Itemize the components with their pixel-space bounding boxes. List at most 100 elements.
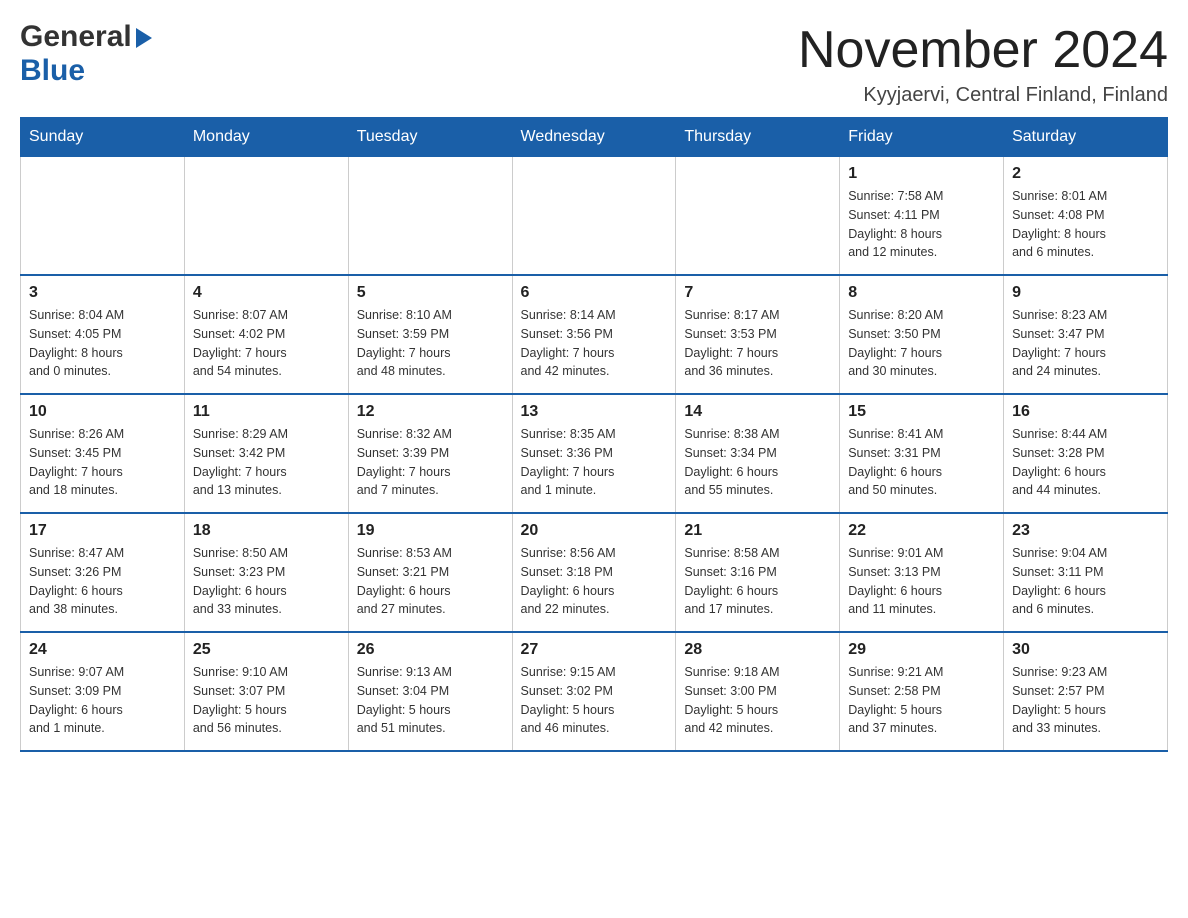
calendar-cell: 26 Sunrise: 9:13 AM Sunset: 3:04 PM Dayli… [348,632,512,751]
day-number: 11 [193,403,340,421]
calendar-cell: 15 Sunrise: 8:41 AM Sunset: 3:31 PM Dayli… [840,394,1004,513]
day-info: Sunrise: 9:04 AM Sunset: 3:11 PM Dayligh… [1012,544,1159,619]
calendar-cell: 27 Sunrise: 9:15 AM Sunset: 3:02 PM Dayli… [512,632,676,751]
calendar-cell: 5Sunrise: 8:10 AM Sunset: 3:59 PM Daylig… [348,275,512,394]
calendar-cell [676,157,840,276]
day-number: 4 [193,284,340,302]
day-info: Sunrise: 8:01 AM Sunset: 4:08 PM Dayligh… [1012,187,1159,262]
calendar-cell: 24Sunrise: 9:07 AM Sunset: 3:09 PM Dayli… [21,632,185,751]
calendar-cell: 20Sunrise: 8:56 AM Sunset: 3:18 PM Dayli… [512,513,676,632]
calendar-cell: 23Sunrise: 9:04 AM Sunset: 3:11 PM Dayli… [1004,513,1168,632]
day-info: Sunrise: 8:20 AM Sunset: 3:50 PM Dayligh… [848,306,995,381]
day-number: 5 [357,284,504,302]
day-info: Sunrise: 7:58 AM Sunset: 4:11 PM Dayligh… [848,187,995,262]
day-number: 14 [684,403,831,421]
day-number: 13 [521,403,668,421]
page-header: General Blue November 2024 Kyyjaervi, Ce… [20,20,1168,107]
calendar-cell: 17Sunrise: 8:47 AM Sunset: 3:26 PM Dayli… [21,513,185,632]
day-number: 7 [684,284,831,302]
day-info: Sunrise: 8:07 AM Sunset: 4:02 PM Dayligh… [193,306,340,381]
week-row-3: 10 Sunrise: 8:26 AM Sunset: 3:45 PM Dayli… [21,394,1168,513]
day-info: Sunrise: 8:23 AM Sunset: 3:47 PM Dayligh… [1012,306,1159,381]
calendar-header: SundayMondayTuesdayWednesdayThursdayFrid… [21,118,1168,157]
day-info: Sunrise: 8:47 AM Sunset: 3:26 PM Dayligh… [29,544,176,619]
calendar-cell: 11 Sunrise: 8:29 AM Sunset: 3:42 PM Dayli… [184,394,348,513]
day-info: Sunrise: 8:29 AM Sunset: 3:42 PM Dayligh… [193,425,340,500]
weekday-header-wednesday: Wednesday [512,118,676,157]
calendar-cell [21,157,185,276]
day-info: Sunrise: 9:13 AM Sunset: 3:04 PM Dayligh… [357,663,504,738]
day-number: 10 [29,403,176,421]
day-info: Sunrise: 8:56 AM Sunset: 3:18 PM Dayligh… [521,544,668,619]
day-number: 30 [1012,641,1159,659]
day-info: Sunrise: 8:41 AM Sunset: 3:31 PM Dayligh… [848,425,995,500]
weekday-header-saturday: Saturday [1004,118,1168,157]
week-row-1: 1 Sunrise: 7:58 AM Sunset: 4:11 PM Daylig… [21,157,1168,276]
calendar-cell: 2 Sunrise: 8:01 AM Sunset: 4:08 PM Daylig… [1004,157,1168,276]
day-info: Sunrise: 8:53 AM Sunset: 3:21 PM Dayligh… [357,544,504,619]
day-number: 15 [848,403,995,421]
day-info: Sunrise: 8:17 AM Sunset: 3:53 PM Dayligh… [684,306,831,381]
calendar-cell: 8 Sunrise: 8:20 AM Sunset: 3:50 PM Daylig… [840,275,1004,394]
calendar-table: SundayMondayTuesdayWednesdayThursdayFrid… [20,117,1168,752]
calendar-cell [184,157,348,276]
day-info: Sunrise: 9:23 AM Sunset: 2:57 PM Dayligh… [1012,663,1159,738]
day-info: Sunrise: 8:38 AM Sunset: 3:34 PM Dayligh… [684,425,831,500]
day-info: Sunrise: 8:14 AM Sunset: 3:56 PM Dayligh… [521,306,668,381]
calendar-cell: 18Sunrise: 8:50 AM Sunset: 3:23 PM Dayli… [184,513,348,632]
month-title: November 2024 [798,20,1168,80]
day-number: 3 [29,284,176,302]
calendar-cell: 29Sunrise: 9:21 AM Sunset: 2:58 PM Dayli… [840,632,1004,751]
day-info: Sunrise: 8:44 AM Sunset: 3:28 PM Dayligh… [1012,425,1159,500]
day-number: 2 [1012,165,1159,183]
day-info: Sunrise: 9:10 AM Sunset: 3:07 PM Dayligh… [193,663,340,738]
calendar-cell: 12 Sunrise: 8:32 AM Sunset: 3:39 PM Dayli… [348,394,512,513]
calendar-cell: 14 Sunrise: 8:38 AM Sunset: 3:34 PM Dayli… [676,394,840,513]
day-info: Sunrise: 8:32 AM Sunset: 3:39 PM Dayligh… [357,425,504,500]
calendar-cell [512,157,676,276]
day-number: 8 [848,284,995,302]
week-row-4: 17Sunrise: 8:47 AM Sunset: 3:26 PM Dayli… [21,513,1168,632]
calendar-cell: 7 Sunrise: 8:17 AM Sunset: 3:53 PM Daylig… [676,275,840,394]
weekday-header-monday: Monday [184,118,348,157]
week-row-2: 3 Sunrise: 8:04 AM Sunset: 4:05 PM Daylig… [21,275,1168,394]
calendar-cell: 9 Sunrise: 8:23 AM Sunset: 3:47 PM Daylig… [1004,275,1168,394]
day-number: 6 [521,284,668,302]
weekday-header-sunday: Sunday [21,118,185,157]
day-number: 27 [521,641,668,659]
day-number: 21 [684,522,831,540]
day-info: Sunrise: 8:04 AM Sunset: 4:05 PM Dayligh… [29,306,176,381]
day-number: 12 [357,403,504,421]
day-info: Sunrise: 8:58 AM Sunset: 3:16 PM Dayligh… [684,544,831,619]
logo-general-text: General [20,20,132,54]
calendar-cell: 1 Sunrise: 7:58 AM Sunset: 4:11 PM Daylig… [840,157,1004,276]
calendar-cell: 6 Sunrise: 8:14 AM Sunset: 3:56 PM Daylig… [512,275,676,394]
day-number: 19 [357,522,504,540]
day-number: 1 [848,165,995,183]
day-info: Sunrise: 9:21 AM Sunset: 2:58 PM Dayligh… [848,663,995,738]
calendar-cell [348,157,512,276]
day-info: Sunrise: 8:50 AM Sunset: 3:23 PM Dayligh… [193,544,340,619]
calendar-cell: 10 Sunrise: 8:26 AM Sunset: 3:45 PM Dayli… [21,394,185,513]
weekday-header-thursday: Thursday [676,118,840,157]
day-number: 26 [357,641,504,659]
logo: General Blue [20,20,152,88]
logo-blue-text: Blue [20,54,85,87]
weekday-header-tuesday: Tuesday [348,118,512,157]
day-number: 25 [193,641,340,659]
day-info: Sunrise: 9:07 AM Sunset: 3:09 PM Dayligh… [29,663,176,738]
location: Kyyjaervi, Central Finland, Finland [798,84,1168,107]
day-number: 22 [848,522,995,540]
day-info: Sunrise: 8:26 AM Sunset: 3:45 PM Dayligh… [29,425,176,500]
calendar-cell: 16 Sunrise: 8:44 AM Sunset: 3:28 PM Dayli… [1004,394,1168,513]
title-section: November 2024 Kyyjaervi, Central Finland… [798,20,1168,107]
calendar-cell: 25 Sunrise: 9:10 AM Sunset: 3:07 PM Dayli… [184,632,348,751]
calendar-cell: 21 Sunrise: 8:58 AM Sunset: 3:16 PM Dayli… [676,513,840,632]
day-number: 28 [684,641,831,659]
day-info: Sunrise: 9:15 AM Sunset: 3:02 PM Dayligh… [521,663,668,738]
day-number: 9 [1012,284,1159,302]
week-row-5: 24Sunrise: 9:07 AM Sunset: 3:09 PM Dayli… [21,632,1168,751]
calendar-cell: 28Sunrise: 9:18 AM Sunset: 3:00 PM Dayli… [676,632,840,751]
day-number: 16 [1012,403,1159,421]
calendar-cell: 22Sunrise: 9:01 AM Sunset: 3:13 PM Dayli… [840,513,1004,632]
